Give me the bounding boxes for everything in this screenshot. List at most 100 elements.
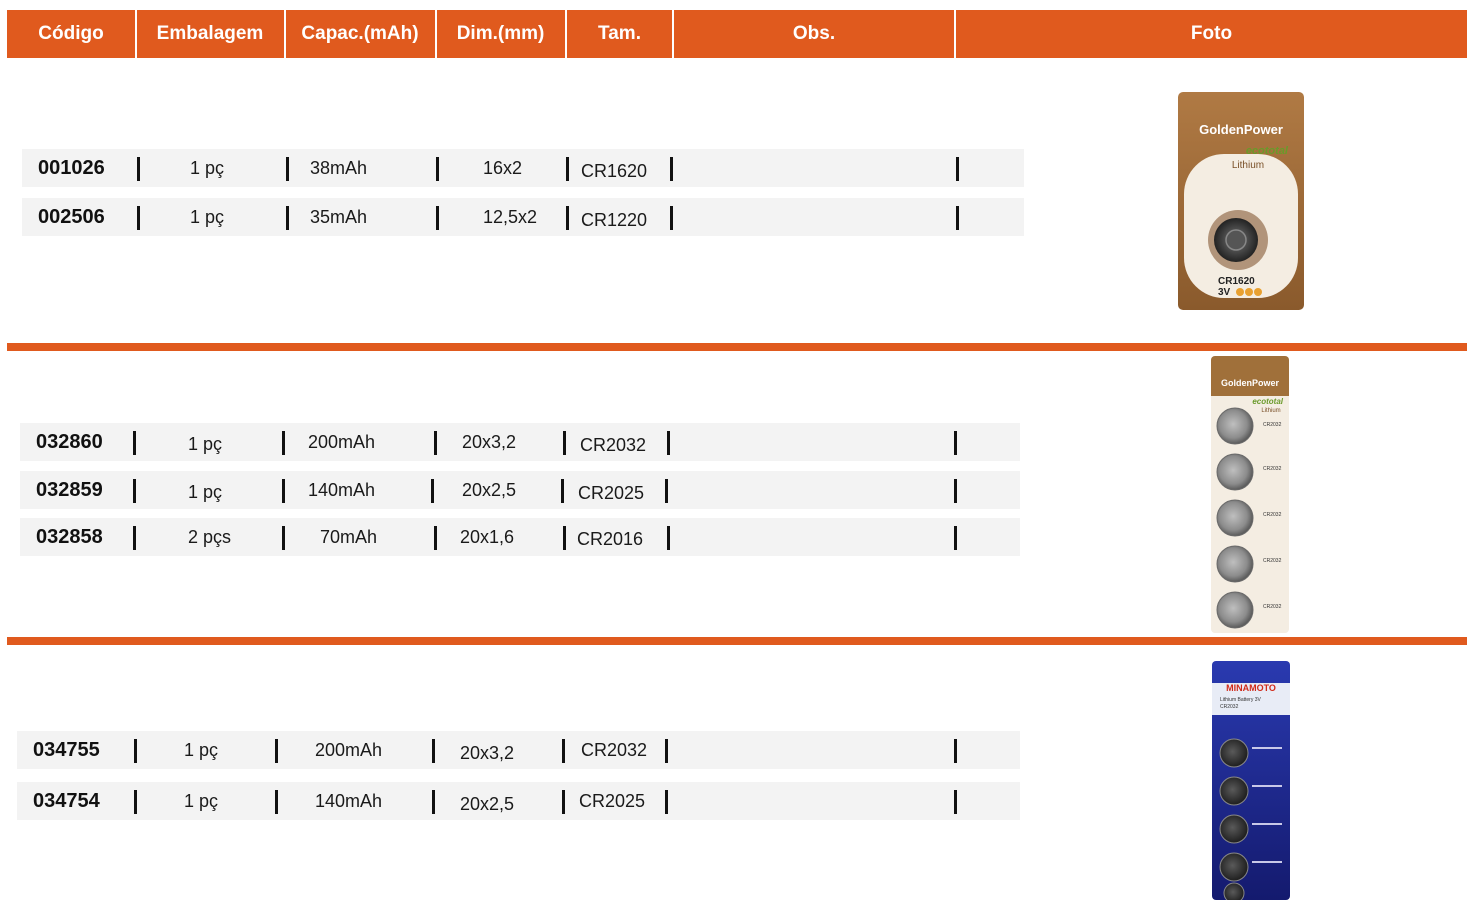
header-capacidade: Capac.(mAh): [301, 23, 419, 44]
codigo-cell: 032858: [36, 525, 103, 548]
column-divider: [954, 790, 957, 814]
header-embalagem: Embalagem: [156, 23, 264, 44]
battery-package-icon: MINAMOTO Lithium Battery 3V CR2032: [1212, 661, 1290, 900]
column-divider: [956, 206, 959, 230]
column-divider: [431, 479, 434, 503]
column-divider: [436, 157, 439, 181]
table-row: 032858 2 pçs 70mAh 20x1,6 CR2016: [20, 518, 1020, 556]
embalagem-cell: 1 pç: [188, 481, 223, 502]
column-divider: [275, 790, 278, 814]
column-divider: [137, 206, 140, 230]
capacidade-cell: 38mAh: [310, 157, 368, 178]
table-header: Código Embalagem Capac.(mAh) Dim.(mm) Ta…: [7, 10, 1467, 58]
column-divider: [432, 739, 435, 763]
header-tamanho: Tam.: [598, 23, 641, 44]
table-row: 032860 1 pç 200mAh 20x3,2 CR2032: [20, 423, 1020, 461]
column-divider: [956, 157, 959, 181]
column-divider: [133, 526, 136, 550]
capacidade-cell: 35mAh: [310, 206, 368, 227]
header-foto: Foto: [1190, 23, 1233, 44]
column-divider: [665, 479, 668, 503]
column-divider: [670, 157, 673, 181]
svg-text:GoldenPower: GoldenPower: [1221, 378, 1280, 388]
product-photo: MINAMOTO Lithium Battery 3V CR2032: [1212, 661, 1290, 900]
battery-package-icon: GoldenPower ecototal Lithium CR2032 CR20…: [1211, 356, 1289, 633]
column-divider: [561, 479, 564, 503]
column-divider: [282, 431, 285, 455]
embalagem-cell: 1 pç: [184, 790, 219, 811]
table-row: 032859 1 pç 140mAh 20x2,5 CR2025: [20, 471, 1020, 509]
tamanho-cell: CR2032: [581, 739, 648, 760]
column-divider: [566, 206, 569, 230]
svg-text:CR2032: CR2032: [1263, 604, 1282, 610]
column-divider: [563, 526, 566, 550]
svg-text:CR2032: CR2032: [1263, 422, 1282, 428]
column-divider: [133, 479, 136, 503]
capacidade-cell: 200mAh: [315, 739, 383, 760]
column-divider: [566, 157, 569, 181]
tamanho-cell: CR2016: [577, 528, 644, 549]
codigo-cell: 034754: [33, 789, 100, 812]
svg-text:ecototal: ecototal: [1252, 397, 1283, 406]
column-divider: [665, 790, 668, 814]
svg-text:CR2032: CR2032: [1263, 558, 1282, 564]
column-divider: [436, 206, 439, 230]
column-divider: [954, 526, 957, 550]
tamanho-cell: CR2025: [579, 790, 646, 811]
embalagem-cell: 1 pç: [190, 157, 225, 178]
svg-text:MINAMOTO: MINAMOTO: [1226, 683, 1276, 693]
svg-text:Lithium: Lithium: [1232, 160, 1264, 171]
column-divider: [434, 431, 437, 455]
column-divider: [954, 739, 957, 763]
embalagem-cell: 2 pçs: [188, 526, 232, 547]
tamanho-cell: CR2025: [578, 482, 645, 503]
svg-text:CR1620: CR1620: [1218, 276, 1255, 287]
svg-text:3V: 3V: [1218, 287, 1231, 298]
dimensoes-cell: 16x2: [483, 157, 523, 178]
svg-text:ecototal: ecototal: [1246, 145, 1289, 157]
tamanho-cell: CR2032: [580, 434, 647, 455]
embalagem-cell: 1 pç: [188, 433, 223, 454]
dimensoes-cell: 20x2,5: [462, 479, 517, 500]
dimensoes-cell: 20x3,2: [462, 431, 517, 452]
codigo-cell: 001026: [38, 156, 105, 179]
group-divider: [7, 637, 1467, 645]
capacidade-cell: 140mAh: [308, 479, 376, 500]
dimensoes-cell: 20x3,2: [460, 742, 515, 763]
product-photo: GoldenPower ecototal Lithium CR1620 3V: [1178, 92, 1304, 310]
svg-text:CR2032: CR2032: [1263, 512, 1282, 518]
codigo-cell: 034755: [33, 738, 100, 761]
tamanho-cell: CR1620: [581, 160, 648, 181]
capacidade-cell: 200mAh: [308, 431, 376, 452]
capacidade-cell: 140mAh: [315, 790, 383, 811]
capacidade-cell: 70mAh: [320, 526, 378, 547]
column-divider: [562, 790, 565, 814]
dimensoes-cell: 12,5x2: [483, 206, 538, 227]
table-row: 034755 1 pç 200mAh 20x3,2 CR2032: [17, 731, 1020, 769]
svg-text:Lithium Battery 3V: Lithium Battery 3V: [1220, 697, 1262, 703]
column-divider: [954, 479, 957, 503]
header-obs: Obs.: [792, 23, 836, 44]
codigo-cell: 032860: [36, 430, 103, 453]
column-divider: [954, 431, 957, 455]
svg-text:Lithium: Lithium: [1261, 408, 1280, 414]
tamanho-cell: CR1220: [581, 209, 648, 230]
column-divider: [286, 157, 289, 181]
column-divider: [134, 790, 137, 814]
table-row: 001026 1 pç 38mAh 16x2 CR1620: [22, 149, 1024, 187]
column-divider: [563, 431, 566, 455]
group-divider: [7, 343, 1467, 351]
column-divider: [665, 739, 668, 763]
table-row: 002506 1 pç 35mAh 12,5x2 CR1220: [22, 198, 1024, 236]
svg-text:GoldenPower: GoldenPower: [1199, 122, 1283, 137]
column-divider: [282, 526, 285, 550]
column-divider: [667, 526, 670, 550]
codigo-cell: 002506: [38, 205, 105, 228]
column-divider: [282, 479, 285, 503]
dimensoes-cell: 20x2,5: [460, 793, 515, 814]
column-divider: [434, 526, 437, 550]
embalagem-cell: 1 pç: [184, 739, 219, 760]
column-divider: [275, 739, 278, 763]
product-photo: GoldenPower ecototal Lithium CR2032 CR20…: [1211, 356, 1289, 633]
svg-text:CR2032: CR2032: [1263, 466, 1282, 472]
